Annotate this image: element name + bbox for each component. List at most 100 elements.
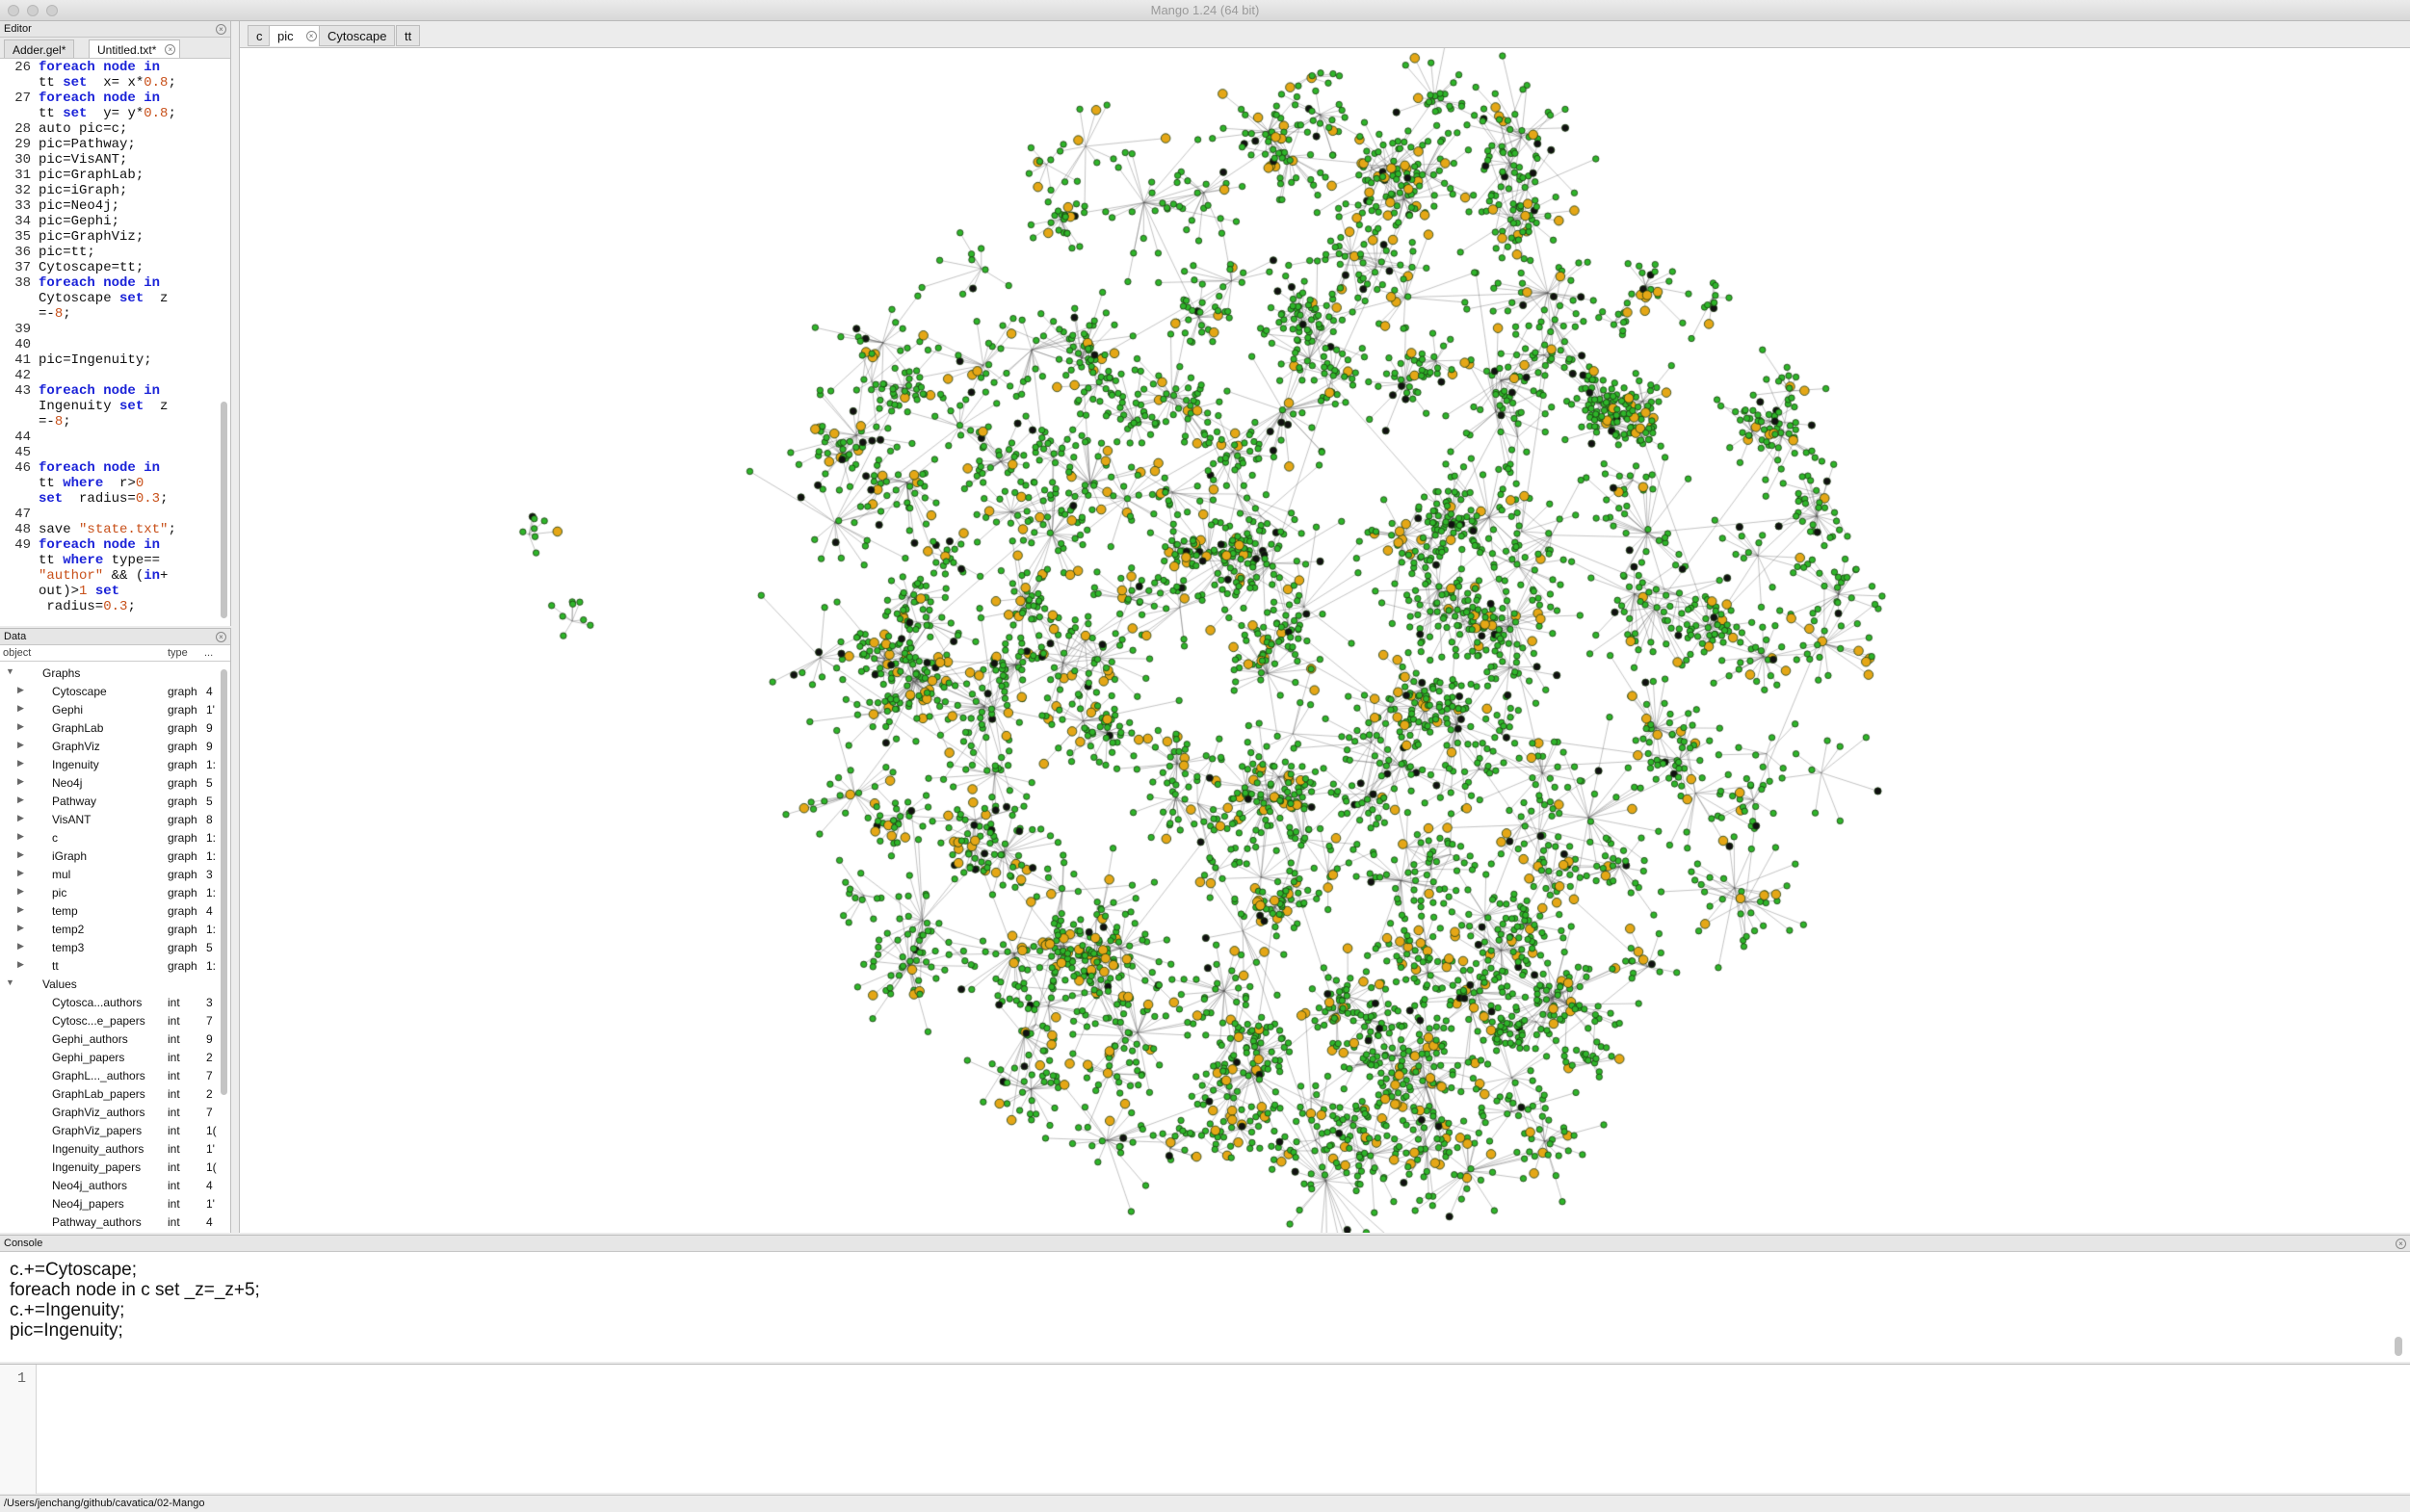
- line-number: 39: [14, 322, 31, 337]
- line-number: 41: [14, 352, 31, 368]
- expand-triangle-icon[interactable]: ▶: [17, 849, 24, 860]
- command-input[interactable]: 1: [0, 1364, 2410, 1494]
- data-tree-item[interactable]: Ingenuity_authors int 1': [0, 1139, 223, 1158]
- data-tree-item[interactable]: Gephi_authors int 9: [0, 1030, 223, 1048]
- data-tree-item[interactable]: ▶ GraphViz graph 9: [0, 737, 223, 755]
- item-size: 4: [206, 904, 213, 918]
- expand-triangle-icon[interactable]: ▶: [17, 868, 24, 878]
- data-tree-item[interactable]: ▶ iGraph graph 1:: [0, 847, 223, 865]
- data-tree-item[interactable]: ▶ GraphLab graph 9: [0, 718, 223, 737]
- group-values[interactable]: ▼ Values: [0, 975, 223, 993]
- expand-triangle-icon[interactable]: ▶: [17, 740, 24, 750]
- item-type: graph: [168, 721, 197, 735]
- data-tree-item[interactable]: Neo4j_papers int 1': [0, 1194, 223, 1212]
- code-line: 29 pic=Pathway;: [0, 137, 220, 152]
- code-line: out)>1 set: [0, 584, 220, 599]
- console-panel: Console × c.+=Cytoscape; foreach node in …: [0, 1235, 2410, 1362]
- close-icon[interactable]: ×: [216, 24, 226, 35]
- line-number: 27: [14, 91, 31, 106]
- expand-triangle-icon[interactable]: ▶: [17, 904, 24, 915]
- data-tree-item[interactable]: GraphViz_authors int 7: [0, 1103, 223, 1121]
- item-type: graph: [168, 831, 197, 845]
- tab-pic[interactable]: pic ×: [269, 25, 322, 46]
- data-tree-item[interactable]: GraphLab_papers int 2: [0, 1084, 223, 1103]
- data-tree-item[interactable]: ▶ temp graph 4: [0, 901, 223, 920]
- data-tree-item[interactable]: ▶ Pathway graph 5: [0, 792, 223, 810]
- data-tree-item[interactable]: ▶ Cytoscape graph 4: [0, 682, 223, 700]
- tab-adder[interactable]: Adder.gel*: [4, 39, 75, 58]
- data-tree-item[interactable]: ▶ mul graph 3: [0, 865, 223, 883]
- line-number: 38: [14, 275, 31, 291]
- column-type[interactable]: type: [168, 647, 188, 659]
- item-name: GraphViz_papers: [52, 1124, 143, 1137]
- item-name: Ingenuity_authors: [52, 1142, 144, 1156]
- tab-cytoscape[interactable]: Cytoscape: [319, 25, 396, 46]
- expand-triangle-icon[interactable]: ▶: [17, 721, 24, 732]
- item-type: int: [168, 1160, 180, 1174]
- expand-triangle-icon[interactable]: ▶: [17, 886, 24, 897]
- data-tree-item[interactable]: GraphViz_papers int 1(: [0, 1121, 223, 1139]
- item-size: 8: [206, 813, 213, 826]
- expand-triangle-icon[interactable]: ▶: [17, 758, 24, 769]
- close-tab-icon[interactable]: ×: [165, 44, 176, 55]
- data-tree-item[interactable]: ▶ Neo4j graph 5: [0, 773, 223, 792]
- data-tree-item[interactable]: ▶ temp3 graph 5: [0, 938, 223, 956]
- expand-triangle-icon[interactable]: ▶: [17, 813, 24, 823]
- expand-triangle-icon[interactable]: ▶: [17, 685, 24, 695]
- data-tree-item[interactable]: ▶ pic graph 1:: [0, 883, 223, 901]
- tab-label: Cytoscape: [327, 29, 387, 43]
- line-number: [0, 75, 39, 91]
- data-tree-item[interactable]: Neo4j_authors int 4: [0, 1176, 223, 1194]
- expanded-triangle-icon[interactable]: ▼: [6, 666, 14, 676]
- data-tree-item[interactable]: ▶ Ingenuity graph 1:: [0, 755, 223, 773]
- column-size[interactable]: ...: [204, 647, 213, 659]
- column-object[interactable]: object: [3, 647, 31, 659]
- network-graph-canvas[interactable]: [240, 48, 2410, 1233]
- expanded-triangle-icon[interactable]: ▼: [6, 978, 14, 987]
- tab-tt[interactable]: tt: [396, 25, 421, 46]
- data-tree-item[interactable]: Gephi_papers int 2: [0, 1048, 223, 1066]
- code-text: tt where type==: [39, 553, 161, 568]
- line-number: 34: [14, 214, 31, 229]
- editor-scrollbar[interactable]: [221, 402, 227, 618]
- item-size: 3: [206, 868, 213, 881]
- data-tree-item[interactable]: Pathway_authors int 4: [0, 1212, 223, 1231]
- expand-triangle-icon[interactable]: ▶: [17, 776, 24, 787]
- code-editor[interactable]: 26 foreach node in tt set x= x*0.8; 27 forea…: [0, 60, 220, 616]
- data-tree-item[interactable]: ▶ VisANT graph 8: [0, 810, 223, 828]
- expand-triangle-icon[interactable]: ▶: [17, 703, 24, 714]
- line-number: 33: [14, 198, 31, 214]
- item-size: 1:: [206, 886, 217, 899]
- close-icon[interactable]: ×: [216, 632, 226, 642]
- data-scrollbar[interactable]: [221, 669, 227, 1095]
- data-tree-item[interactable]: Cytosc...e_papers int 7: [0, 1011, 223, 1030]
- item-type: int: [168, 1142, 180, 1156]
- code-line: 45: [0, 445, 220, 460]
- console-scrollbar[interactable]: [2395, 1337, 2402, 1356]
- group-graphs[interactable]: ▼ Graphs: [0, 664, 223, 682]
- window-titlebar: Mango 1.24 (64 bit): [0, 0, 2410, 21]
- item-type: graph: [168, 703, 197, 717]
- expand-triangle-icon[interactable]: ▶: [17, 795, 24, 805]
- data-tree-item[interactable]: ▶ Gephi graph 1': [0, 700, 223, 718]
- expand-triangle-icon[interactable]: ▶: [17, 941, 24, 952]
- expand-triangle-icon[interactable]: ▶: [17, 959, 24, 970]
- close-tab-icon[interactable]: ×: [305, 31, 317, 41]
- console-line: pic=Ingenuity;: [10, 1320, 123, 1341]
- code-line: 33 pic=Neo4j;: [0, 198, 220, 214]
- data-tree-item[interactable]: ▶ temp2 graph 1:: [0, 920, 223, 938]
- data-tree-item[interactable]: GraphL..._authors int 7: [0, 1066, 223, 1084]
- data-tree-item[interactable]: ▶ tt graph 1:: [0, 956, 223, 975]
- tab-c[interactable]: c: [248, 25, 272, 46]
- item-type: graph: [168, 740, 197, 753]
- item-size: 7: [206, 1014, 213, 1028]
- data-tree-item[interactable]: Ingenuity_papers int 1(: [0, 1158, 223, 1176]
- close-icon[interactable]: ×: [2396, 1238, 2406, 1249]
- expand-triangle-icon[interactable]: ▶: [17, 923, 24, 933]
- code-line: "author" && (in+: [0, 568, 220, 584]
- expand-triangle-icon[interactable]: ▶: [17, 831, 24, 842]
- data-tree-item[interactable]: ▶ c graph 1:: [0, 828, 223, 847]
- data-tree-item[interactable]: Cytosca...authors int 3: [0, 993, 223, 1011]
- input-gutter: 1: [0, 1365, 37, 1494]
- tab-untitled[interactable]: Untitled.txt* ×: [89, 39, 181, 58]
